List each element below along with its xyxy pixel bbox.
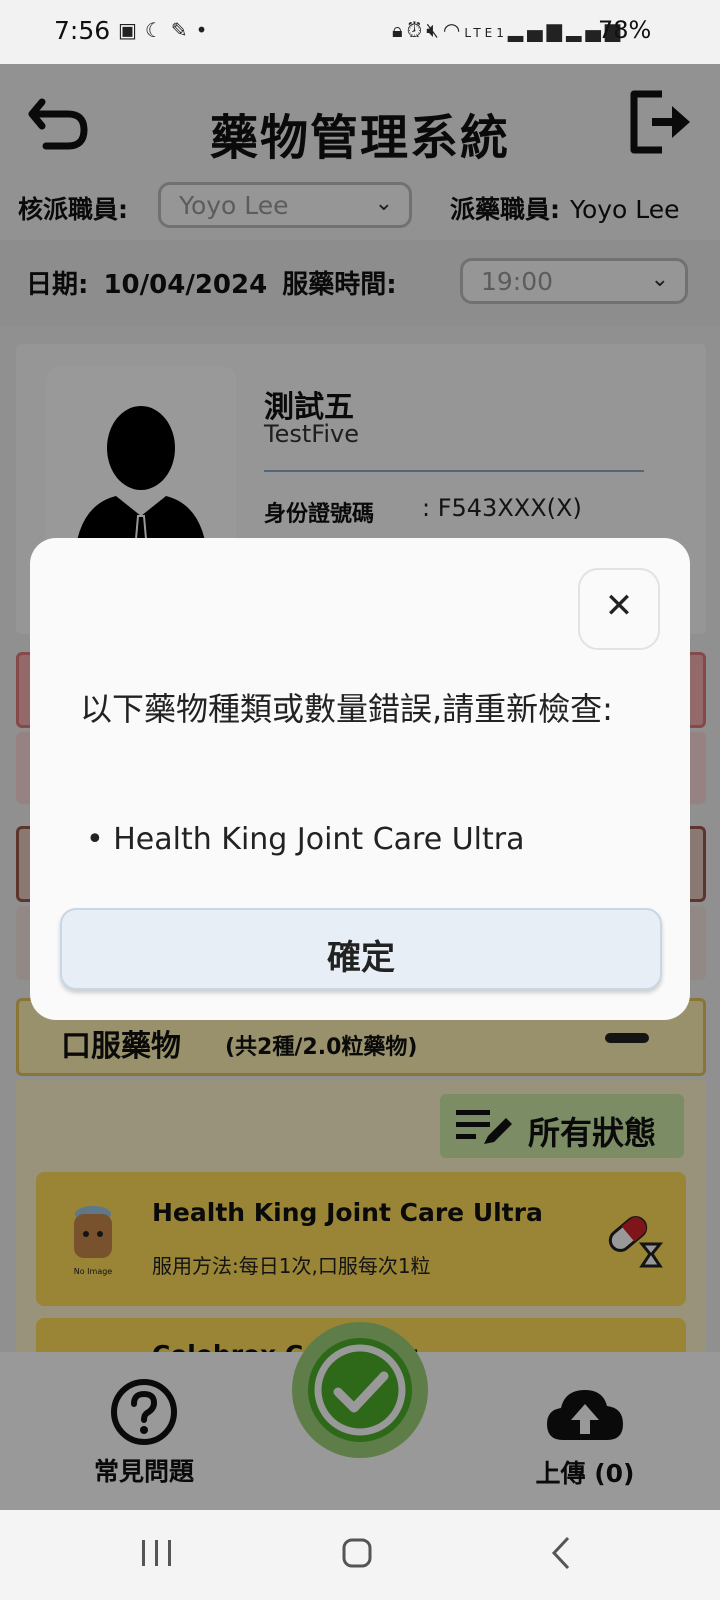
- mute-icon: 🔇︎: [426, 18, 443, 42]
- status-right-icons: 🔒︎⏰︎🔇︎◠LTE1▂▄▆▂▄▆: [392, 18, 624, 42]
- back-nav-icon[interactable]: [551, 1536, 570, 1570]
- recents-icon[interactable]: [142, 1540, 171, 1566]
- wifi-icon: ◠: [442, 18, 465, 42]
- dialog-message: 以下藥物種類或數量錯誤,請重新檢查:: [80, 690, 613, 728]
- ok-button[interactable]: 確定: [60, 908, 662, 990]
- status-left-icons: ▣☾✎•: [118, 18, 215, 42]
- battery-text: 78%: [598, 16, 652, 44]
- dialog-error-item: • Health King Joint Care Ultra: [86, 822, 525, 857]
- lte-label: LTE1: [464, 26, 508, 40]
- note-icon: ✎: [170, 18, 196, 42]
- dot-icon: •: [195, 18, 216, 42]
- ok-label: 確定: [327, 938, 395, 978]
- alarm-icon: ⏰︎: [406, 18, 427, 42]
- system-nav-bar: [0, 1510, 720, 1600]
- screenshot-icon: ▣: [118, 18, 145, 42]
- status-bar: 7:56 ▣☾✎• 🔒︎⏰︎🔇︎◠LTE1▂▄▆▂▄▆ 78%: [0, 0, 720, 64]
- home-icon[interactable]: [342, 1538, 372, 1568]
- nav-icons: [142, 1536, 570, 1570]
- close-icon: ✕: [604, 586, 634, 626]
- signal-icon: ▂▄▆: [507, 18, 567, 42]
- close-button[interactable]: ✕: [578, 568, 660, 650]
- lock-icon: 🔒︎: [392, 18, 407, 42]
- status-time: 7:56: [54, 16, 111, 45]
- moon-icon: ☾: [144, 18, 171, 42]
